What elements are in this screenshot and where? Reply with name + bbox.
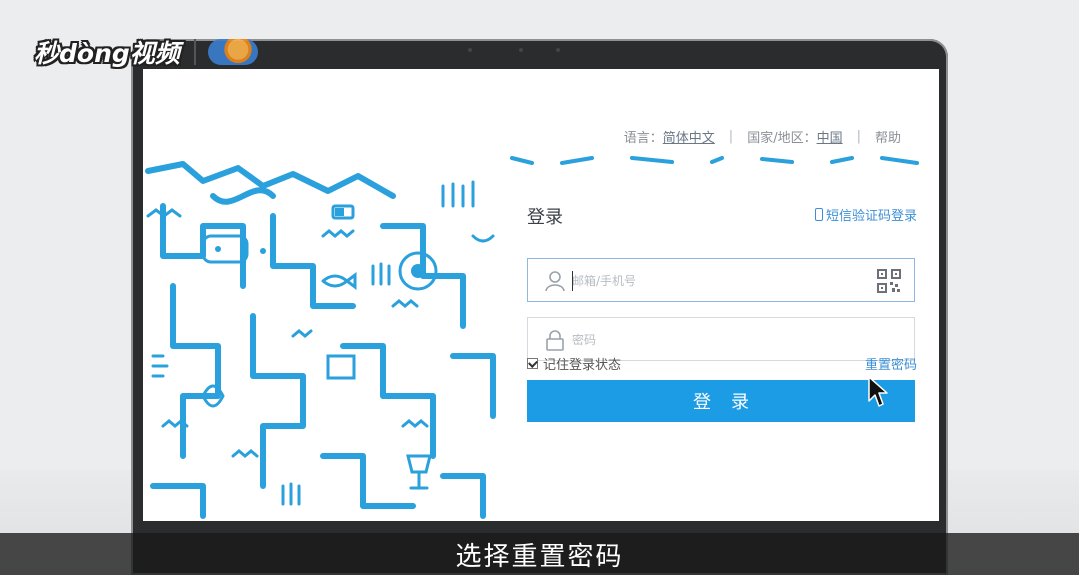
password-input[interactable] xyxy=(572,328,862,352)
lock-icon xyxy=(546,330,564,351)
nav-separator: | xyxy=(856,129,861,144)
camera-dot xyxy=(468,48,472,52)
sms-login-link[interactable]: 短信验证码登录 xyxy=(814,205,917,224)
doodle-strip xyxy=(510,156,919,165)
caption-text: 选择重置密码 xyxy=(455,541,624,572)
doodle-illustration xyxy=(143,156,502,521)
login-title: 登录 xyxy=(527,207,563,228)
nav-separator: | xyxy=(728,129,734,144)
remember-checkbox[interactable] xyxy=(527,358,538,369)
region-label: 国家/地区： xyxy=(747,131,817,146)
region-link[interactable]: 中国 xyxy=(817,127,843,146)
reset-password-link[interactable]: 重置密码 xyxy=(865,354,917,373)
partner-logo-icon xyxy=(207,39,258,65)
user-icon xyxy=(545,271,565,292)
browser-screen: 语言： 简体中文 | 国家/地区： 中国 | 帮助 登录 短信验证码登录 邮箱/… xyxy=(143,69,939,521)
video-watermark: 秒dòng视频 xyxy=(34,32,258,72)
watermark-divider xyxy=(193,39,196,65)
remember-me: 记住登录状态 xyxy=(527,354,621,373)
watermark-brand: 秒dòng视频 xyxy=(34,39,180,68)
language-label: 语言： xyxy=(623,131,663,146)
help-link[interactable]: 帮助 xyxy=(875,127,901,146)
login-button[interactable]: 登录 xyxy=(527,380,915,422)
qr-code-icon[interactable] xyxy=(876,268,902,294)
language-link[interactable]: 简体中文 xyxy=(663,127,715,146)
camera-dot xyxy=(519,48,523,52)
login-form: 登录 短信验证码登录 邮箱/手机号 记住登录状态 重置密码 登录 xyxy=(527,165,917,521)
phone-icon xyxy=(814,208,823,221)
mouse-cursor-icon xyxy=(868,376,888,407)
top-navigation: 语言： 简体中文 | 国家/地区： 中国 | 帮助 xyxy=(624,127,901,146)
camera-dot xyxy=(556,48,560,52)
remember-label: 记住登录状态 xyxy=(543,358,622,373)
sms-login-label: 短信验证码登录 xyxy=(825,209,917,224)
account-input[interactable] xyxy=(572,269,862,293)
caption-bar: 选择重置密码 xyxy=(0,533,1079,575)
account-field[interactable] xyxy=(527,258,915,302)
